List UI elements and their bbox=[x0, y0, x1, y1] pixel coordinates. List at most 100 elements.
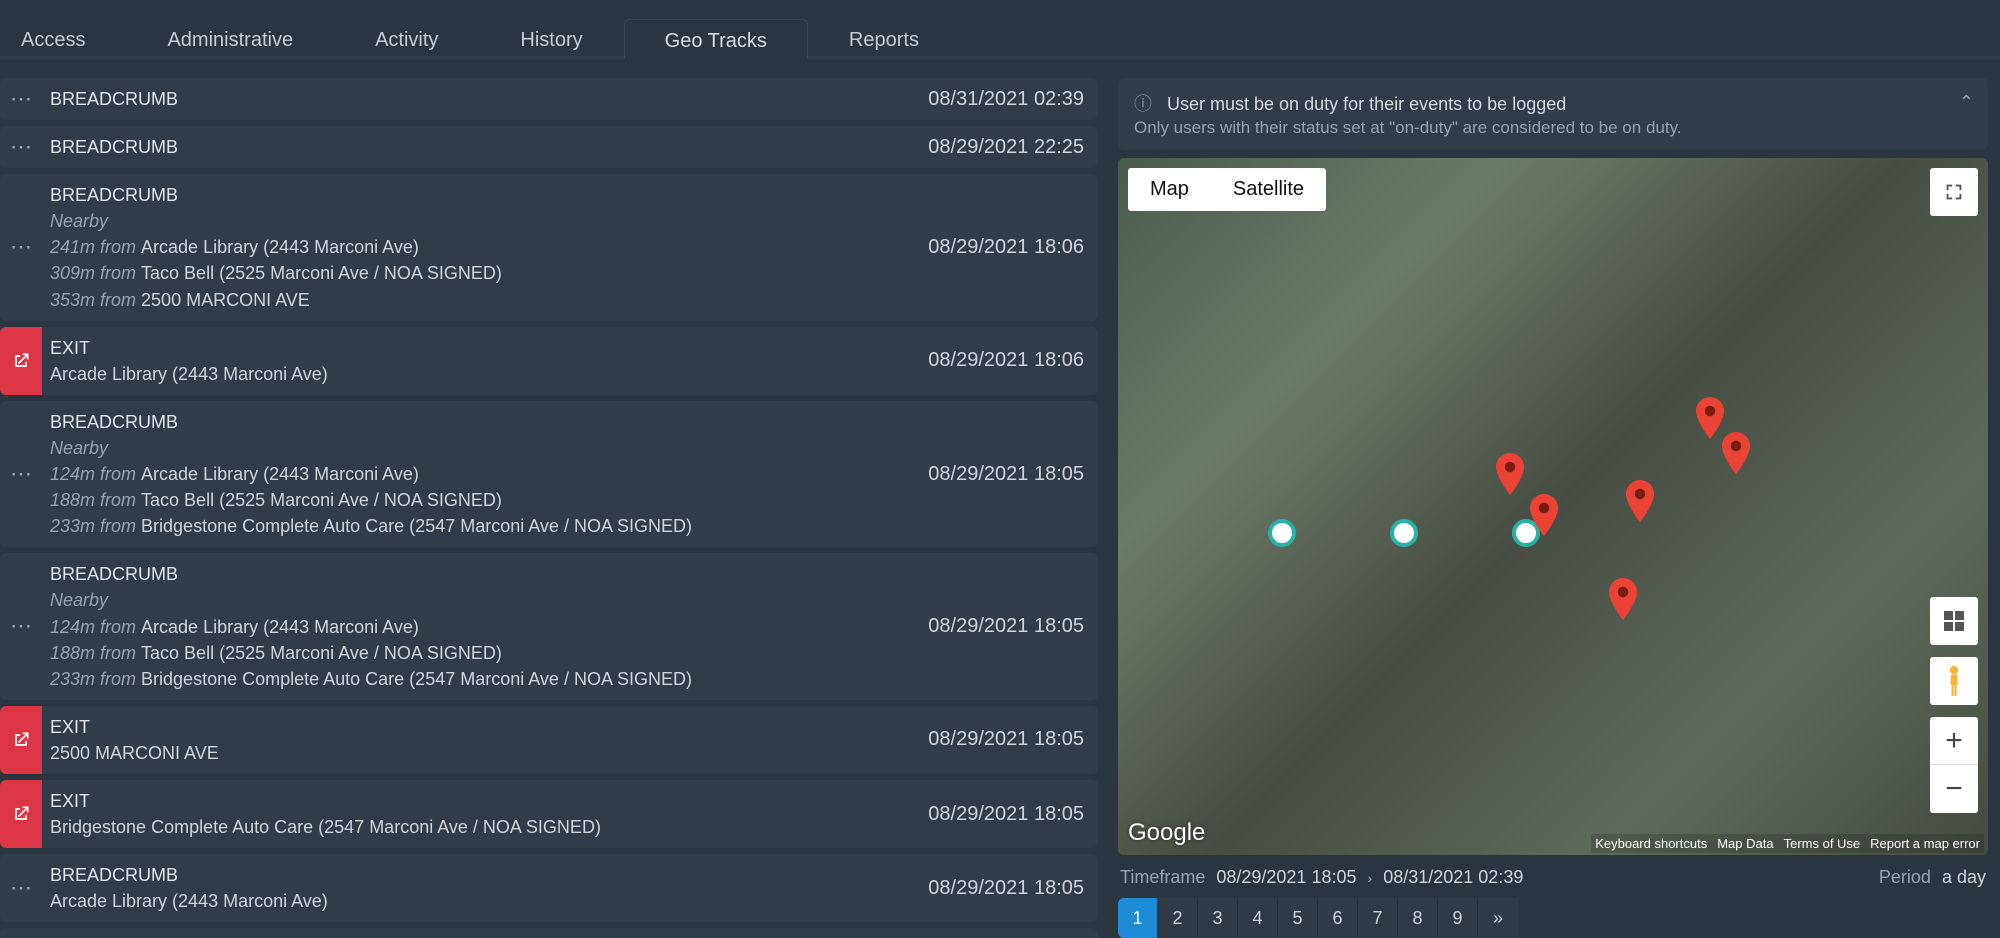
nearby-line: 233m from Bridgestone Complete Auto Care… bbox=[50, 513, 908, 539]
pagination-page-button[interactable]: 3 bbox=[1198, 898, 1238, 938]
exit-icon[interactable] bbox=[0, 780, 42, 848]
event-timestamp: 08/29/2021 18:05 bbox=[928, 615, 1084, 638]
event-place: Arcade Library (2443 Marconi Ave) bbox=[50, 361, 908, 387]
pagination: 123456789» bbox=[1118, 898, 1988, 938]
event-body: EXITBridgestone Complete Auto Care (2547… bbox=[42, 780, 1098, 848]
tab-reports[interactable]: Reports bbox=[808, 18, 960, 57]
timeframe-start: 08/29/2021 18:05 bbox=[1216, 867, 1356, 887]
map-marker-pin[interactable] bbox=[1530, 494, 1558, 534]
nearby-line: 188m from Taco Bell (2525 Marconi Ave / … bbox=[50, 487, 908, 513]
event-row[interactable]: EXITArcade Library (2443 Marconi Ave) 08/… bbox=[0, 327, 1098, 395]
map-marker-circle[interactable] bbox=[1268, 519, 1298, 549]
duty-info-title: User must be on duty for their events to… bbox=[1167, 94, 1566, 114]
nearby-line: 124m from Arcade Library (2443 Marconi A… bbox=[50, 614, 908, 640]
event-row[interactable]: EXITBridgestone Complete Auto Care (2547… bbox=[0, 780, 1098, 848]
event-body: EXIT2500 MARCONI AVE 08/29/2021 18:05 bbox=[42, 706, 1098, 774]
ellipsis-icon[interactable] bbox=[0, 553, 42, 699]
street-view-pegman[interactable] bbox=[1930, 657, 1978, 705]
map-canvas[interactable]: Map Satellite + − Google bbox=[1118, 158, 1988, 855]
pagination-page-button[interactable]: 1 bbox=[1118, 898, 1158, 938]
event-list: BREADCRUMB08/31/2021 02:39BREADCRUMB08/2… bbox=[0, 58, 1110, 938]
event-body: BREADCRUMBNearby241m from Arcade Library… bbox=[42, 174, 1098, 320]
map-marker-pin[interactable] bbox=[1696, 397, 1724, 437]
event-row[interactable]: EXIT2500 MARCONI AVE 08/29/2021 18:05 bbox=[0, 706, 1098, 774]
google-logo: Google bbox=[1128, 819, 1205, 847]
report-map-error-link[interactable]: Report a map error bbox=[1870, 836, 1980, 851]
nearby-line: 124m from Arcade Library (2443 Marconi A… bbox=[50, 461, 908, 487]
zoom-in-button[interactable]: + bbox=[1930, 717, 1978, 765]
map-marker-circle[interactable] bbox=[1390, 519, 1420, 549]
event-type-label: EXIT bbox=[50, 788, 908, 814]
event-timestamp: 08/29/2021 18:06 bbox=[928, 236, 1084, 259]
fullscreen-button[interactable] bbox=[1930, 168, 1978, 216]
event-row[interactable]: BREADCRUMBNearby241m from Arcade Library… bbox=[0, 174, 1098, 320]
ellipsis-icon[interactable] bbox=[0, 401, 42, 547]
ellipsis-icon[interactable] bbox=[0, 126, 42, 168]
pagination-page-button[interactable]: 9 bbox=[1438, 898, 1478, 938]
tab-access[interactable]: Access bbox=[0, 18, 126, 57]
tab-history[interactable]: History bbox=[479, 18, 623, 57]
map-marker-pin[interactable] bbox=[1609, 578, 1637, 618]
ellipsis-icon[interactable] bbox=[0, 854, 42, 922]
map-marker-pin[interactable] bbox=[1496, 453, 1524, 493]
map-marker-pin[interactable] bbox=[1626, 480, 1654, 520]
event-row[interactable]: BREADCRUMBArcade Library (2443 Marconi A… bbox=[0, 928, 1098, 938]
nearby-label: Nearby bbox=[50, 208, 908, 234]
event-row[interactable]: BREADCRUMBNearby124m from Arcade Library… bbox=[0, 553, 1098, 699]
pagination-page-button[interactable]: 7 bbox=[1358, 898, 1398, 938]
duty-info-box[interactable]: ⓘ User must be on duty for their events … bbox=[1118, 78, 1988, 150]
event-text: BREADCRUMBNearby124m from Arcade Library… bbox=[50, 409, 908, 539]
event-timestamp: 08/29/2021 18:06 bbox=[928, 349, 1084, 372]
pagination-page-button[interactable]: 4 bbox=[1238, 898, 1278, 938]
event-place: Bridgestone Complete Auto Care (2547 Mar… bbox=[50, 814, 908, 840]
tab-administrative[interactable]: Administrative bbox=[126, 18, 334, 57]
event-text: BREADCRUMBArcade Library (2443 Marconi A… bbox=[50, 862, 908, 914]
pagination-page-button[interactable]: 8 bbox=[1398, 898, 1438, 938]
event-body: BREADCRUMBNearby124m from Arcade Library… bbox=[42, 553, 1098, 699]
ellipsis-icon[interactable] bbox=[0, 928, 42, 938]
event-row[interactable]: BREADCRUMB08/31/2021 02:39 bbox=[0, 78, 1098, 120]
nearby-line: 353m from 2500 MARCONI AVE bbox=[50, 287, 908, 313]
event-text: EXIT2500 MARCONI AVE bbox=[50, 714, 908, 766]
event-row[interactable]: BREADCRUMBNearby124m from Arcade Library… bbox=[0, 401, 1098, 547]
pagination-next-button[interactable]: » bbox=[1478, 898, 1518, 938]
period-label: Period bbox=[1879, 867, 1931, 887]
event-timestamp: 08/29/2021 18:05 bbox=[928, 803, 1084, 826]
nearby-label: Nearby bbox=[50, 435, 908, 461]
chevron-up-icon[interactable]: ⌃ bbox=[1959, 92, 1974, 113]
keyboard-shortcuts-link[interactable]: Keyboard shortcuts bbox=[1595, 836, 1707, 851]
ellipsis-icon[interactable] bbox=[0, 78, 42, 120]
tab-geo-tracks[interactable]: Geo Tracks bbox=[624, 19, 808, 58]
tilt-view-button[interactable] bbox=[1930, 597, 1978, 645]
event-type-label: BREADCRUMB bbox=[50, 862, 908, 888]
event-text: BREADCRUMB bbox=[50, 86, 908, 112]
nearby-line: 188m from Taco Bell (2525 Marconi Ave / … bbox=[50, 640, 908, 666]
event-timestamp: 08/29/2021 18:05 bbox=[928, 728, 1084, 751]
nearby-line: 233m from Bridgestone Complete Auto Care… bbox=[50, 666, 908, 692]
pagination-page-button[interactable]: 6 bbox=[1318, 898, 1358, 938]
pagination-page-button[interactable]: 2 bbox=[1158, 898, 1198, 938]
exit-icon[interactable] bbox=[0, 706, 42, 774]
zoom-out-button[interactable]: − bbox=[1930, 765, 1978, 813]
map-data-link[interactable]: Map Data bbox=[1717, 836, 1773, 851]
event-row[interactable]: BREADCRUMBArcade Library (2443 Marconi A… bbox=[0, 854, 1098, 922]
event-body: BREADCRUMBArcade Library (2443 Marconi A… bbox=[42, 928, 1098, 938]
event-type-label: BREADCRUMB bbox=[50, 86, 908, 112]
terms-of-use-link[interactable]: Terms of Use bbox=[1784, 836, 1861, 851]
event-text: EXITBridgestone Complete Auto Care (2547… bbox=[50, 788, 908, 840]
event-row[interactable]: BREADCRUMB08/29/2021 22:25 bbox=[0, 126, 1098, 168]
pagination-page-button[interactable]: 5 bbox=[1278, 898, 1318, 938]
nearby-line: 241m from Arcade Library (2443 Marconi A… bbox=[50, 234, 908, 260]
map-type-map-button[interactable]: Map bbox=[1128, 168, 1211, 211]
ellipsis-icon[interactable] bbox=[0, 174, 42, 320]
exit-icon[interactable] bbox=[0, 327, 42, 395]
event-type-label: BREADCRUMB bbox=[50, 182, 908, 208]
event-body: BREADCRUMBArcade Library (2443 Marconi A… bbox=[42, 854, 1098, 922]
nearby-label: Nearby bbox=[50, 587, 908, 613]
event-type-label: BREADCRUMB bbox=[50, 134, 908, 160]
map-marker-pin[interactable] bbox=[1722, 432, 1750, 472]
tab-activity[interactable]: Activity bbox=[334, 18, 479, 57]
event-body: BREADCRUMB08/31/2021 02:39 bbox=[42, 78, 1098, 120]
event-type-label: EXIT bbox=[50, 335, 908, 361]
map-type-satellite-button[interactable]: Satellite bbox=[1211, 168, 1326, 211]
